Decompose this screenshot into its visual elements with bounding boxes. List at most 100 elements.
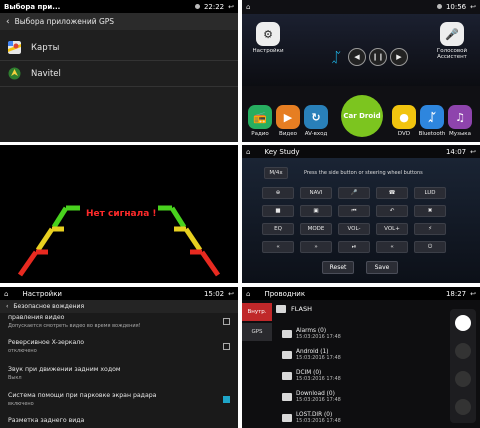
home-icon[interactable]: ⌂	[246, 148, 250, 156]
file-row[interactable]: Android (1) 15:03:2016 17:48	[282, 344, 444, 365]
key-button[interactable]: LUD	[414, 187, 446, 199]
setting-reverse-mirror[interactable]: Реверсивное X-зеркало отключено	[0, 339, 238, 354]
no-signal-text: Нет сигнала !	[86, 209, 157, 219]
mode-toggle-button[interactable]: M/4x	[264, 167, 288, 179]
back-icon[interactable]: ↩	[228, 290, 234, 298]
setting-video-while-driving[interactable]: правления видео Допускается смотреть вид…	[0, 314, 238, 329]
key-button[interactable]: «	[376, 241, 408, 253]
folder-icon	[282, 350, 292, 359]
key-button[interactable]: ✖	[414, 205, 446, 217]
key-button[interactable]: ☎	[376, 187, 408, 199]
home-icon[interactable]: ⌂	[246, 3, 250, 11]
copy-icon[interactable]	[455, 343, 471, 359]
gps-chooser-panel: Выбора при... 22:22 ↩ ‹ Выбора приложени…	[0, 0, 238, 142]
folder-icon	[282, 329, 292, 338]
key-button[interactable]: »	[300, 241, 332, 253]
next-track-button[interactable]: ▶	[390, 48, 408, 66]
home-icon[interactable]: ⌂	[4, 290, 8, 298]
play-pause-button[interactable]: ❙❙	[369, 48, 387, 66]
settings-app-icon[interactable]: ⚙	[256, 22, 280, 46]
reset-button[interactable]: Reset	[322, 261, 354, 274]
key-study-hint: Press the side button or steering wheel …	[304, 170, 423, 176]
file-info: Download (0) 15:03:2016 17:48	[296, 391, 341, 403]
status-bar: ⌂ Key Study 14:07 ↩	[242, 145, 480, 158]
music-app-label: Музыка	[449, 131, 471, 137]
status-bar: ⌂ Настройки 15:02 ↩	[0, 287, 238, 300]
folder-icon	[282, 413, 292, 422]
file-date: 15:03:2016 17:48	[296, 333, 341, 340]
file-info: Android (1) 15:03:2016 17:48	[296, 349, 341, 361]
setting-checkbox[interactable]	[223, 343, 230, 350]
av-in-app-icon[interactable]: ↻	[304, 105, 328, 129]
prev-track-button[interactable]: ◀	[348, 48, 366, 66]
file-name: Download (0)	[296, 390, 335, 397]
cardroid-logo[interactable]: Car Droid	[341, 95, 383, 137]
key-button[interactable]: NAVI	[300, 187, 332, 199]
key-button[interactable]: VOL+	[376, 223, 408, 235]
status-time: 22:22	[203, 2, 225, 11]
folder-icon	[282, 392, 292, 401]
key-button[interactable]: ⊕	[262, 187, 294, 199]
setting-checkbox[interactable]	[223, 318, 230, 325]
music-app-icon[interactable]: ♫	[448, 105, 472, 129]
paste-icon[interactable]	[455, 371, 471, 387]
save-button[interactable]: Save	[366, 261, 398, 274]
setting-checkbox[interactable]	[223, 396, 230, 403]
key-button[interactable]: EQ	[262, 223, 294, 235]
status-bar: Выбора при... 22:22 ↩	[0, 0, 238, 13]
setting-title: Система помощи при парковке экран радара	[8, 392, 157, 399]
voice-assistant-icon[interactable]: 🎤	[440, 22, 464, 46]
status-time: 14:07	[445, 147, 467, 156]
home-icon[interactable]: ⌂	[246, 290, 250, 298]
file-row[interactable]: DCIM (0) 15:03:2016 17:48	[282, 365, 444, 386]
tab-internal[interactable]: Внутр.	[242, 303, 272, 321]
select-all-icon[interactable]	[455, 315, 471, 331]
file-info: DCIM (0) 15:03:2016 17:48	[296, 370, 341, 382]
tab-gps[interactable]: GPS	[242, 323, 272, 341]
radio-app-icon[interactable]: 📻	[248, 105, 272, 129]
file-row[interactable]: Alarms (0) 15:03:2016 17:48	[282, 323, 444, 344]
file-row[interactable]: LOST.DIR (0) 15:03:2016 17:48	[282, 407, 444, 428]
delete-icon[interactable]	[455, 399, 471, 415]
key-button[interactable]: ↶	[376, 205, 408, 217]
folder-icon	[282, 371, 292, 380]
list-item-maps[interactable]: Карты	[0, 35, 238, 61]
setting-subtitle: включено	[8, 401, 34, 407]
bluetooth-app-icon[interactable]: ᛢ	[420, 105, 444, 129]
setting-parking-radar[interactable]: Система помощи при парковке экран радара…	[0, 392, 238, 407]
key-button[interactable]: ▣	[300, 205, 332, 217]
key-button[interactable]: ⏮	[338, 205, 370, 217]
back-icon[interactable]: ↩	[228, 3, 234, 11]
file-row[interactable]: Download (0) 15:03:2016 17:48	[282, 386, 444, 407]
list-item-navitel[interactable]: Navitel	[0, 61, 238, 87]
setting-reverse-sound[interactable]: Звук при движении задним ходом Выкл	[0, 366, 238, 381]
key-button[interactable]: 🎤	[338, 187, 370, 199]
status-time: 15:02	[203, 289, 225, 298]
file-date: 15:03:2016 17:48	[296, 354, 341, 361]
video-app-icon[interactable]: ▶	[276, 105, 300, 129]
key-button[interactable]: ■	[262, 205, 294, 217]
location-icon	[436, 4, 442, 9]
status-time: 10:56	[445, 2, 467, 11]
key-button[interactable]: ⚡	[414, 223, 446, 235]
key-button[interactable]: «	[262, 241, 294, 253]
voice-assistant-label: Голосовой Ассистент	[436, 48, 468, 60]
chooser-header-title: Выбора приложений GPS	[14, 17, 115, 26]
setting-subtitle: отключено	[8, 348, 37, 354]
key-button[interactable]: ⏯	[338, 241, 370, 253]
tab-gps-label: GPS	[251, 329, 263, 335]
back-arrow-icon[interactable]: ‹	[6, 17, 10, 27]
tab-internal-label: Внутр.	[247, 309, 267, 315]
key-button[interactable]: MODE	[300, 223, 332, 235]
key-button[interactable]: VOL-	[338, 223, 370, 235]
back-icon[interactable]: ↩	[470, 3, 476, 11]
back-icon[interactable]: ↩	[470, 290, 476, 298]
setting-rear-lines[interactable]: Разметка заднего вида	[0, 417, 238, 424]
key-button[interactable]: ⏻	[414, 241, 446, 253]
screenshot-grid: Выбора при... 22:22 ↩ ‹ Выбора приложени…	[0, 0, 480, 428]
rear-camera-panel: Нет сигнала !	[0, 145, 238, 283]
av-in-app-label: AV-вход	[304, 131, 328, 137]
back-arrow-icon[interactable]: ‹	[6, 303, 8, 310]
back-icon[interactable]: ↩	[470, 148, 476, 156]
dvd-app-icon[interactable]: ●	[392, 105, 416, 129]
